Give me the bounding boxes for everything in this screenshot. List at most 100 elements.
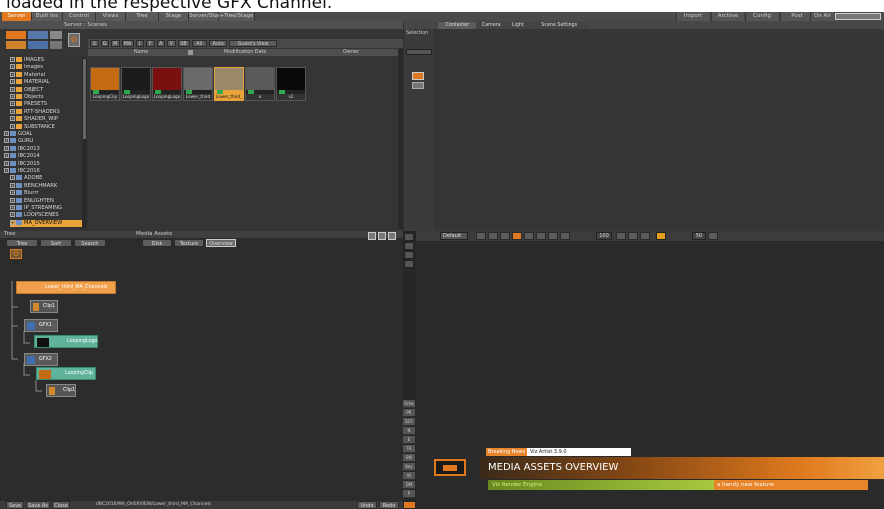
folder-item[interactable]: + RTT-SHADERS — [10, 108, 82, 116]
play-icon[interactable] — [500, 232, 510, 240]
folder-item[interactable]: + ADOBE — [10, 175, 82, 182]
tree-node-gfx2[interactable]: GFX2 — [24, 353, 58, 366]
end-icon[interactable] — [536, 232, 546, 240]
filter-tab-8[interactable]: SB — [177, 40, 190, 47]
tree-tab-0[interactable]: Tree — [6, 239, 38, 247]
expand-icon[interactable]: + — [10, 79, 15, 85]
filter-tab-7[interactable]: V — [167, 40, 176, 47]
filter-tab-0[interactable]: S — [90, 40, 99, 47]
window-controls[interactable] — [835, 13, 881, 20]
pointer-icon[interactable] — [656, 232, 666, 240]
expand-icon[interactable]: + — [10, 190, 15, 196]
folder-item[interactable]: + Objects — [10, 94, 82, 101]
expand-icon[interactable]: + — [10, 212, 15, 218]
menu-tab-0[interactable]: Server — [2, 12, 32, 21]
folder-item[interactable]: + MA_OVERVIEW — [10, 219, 82, 227]
folder-item[interactable]: + LOOPSCENES — [10, 212, 82, 219]
fonts-icon[interactable] — [28, 41, 48, 49]
zoom-field[interactable]: 50 — [692, 232, 706, 240]
tree-node-gfx1[interactable]: GFX1 — [24, 319, 58, 332]
expand-icon[interactable]: + — [4, 145, 9, 151]
side-tool-sw[interactable]: SW — [403, 454, 415, 462]
column-dropdown-icon[interactable] — [188, 50, 193, 55]
folder-item[interactable]: + SUBSTANCE — [10, 123, 82, 131]
folder-item[interactable]: + IBC2015 — [4, 160, 82, 168]
col-name[interactable]: Name — [134, 49, 148, 56]
folder-item[interactable]: + IMAGES — [10, 57, 82, 64]
status-close-button[interactable]: Close — [52, 501, 70, 509]
side-tool-icon[interactable] — [404, 242, 414, 250]
tree-scroll-thumb[interactable] — [83, 59, 86, 139]
selection-icon-b[interactable] — [412, 82, 424, 89]
folder-item[interactable]: + MATERIAL — [10, 79, 82, 86]
menu-tab-6[interactable]: Server/Stage — [189, 12, 225, 21]
expand-icon[interactable]: + — [10, 71, 15, 77]
expand-icon[interactable]: + — [4, 153, 9, 159]
side-tool-dm[interactable]: DM — [403, 481, 415, 489]
material-icon[interactable] — [50, 31, 62, 39]
tree-tab-1[interactable]: Sort — [40, 239, 72, 247]
status-save-button[interactable]: Save — [6, 501, 24, 509]
media-tab-0[interactable]: Disk — [142, 239, 172, 247]
filter-tab-10[interactable]: Auto — [209, 40, 228, 47]
gear-icon[interactable]: ⚙ — [68, 33, 80, 47]
side-tool-ta[interactable]: TA — [403, 445, 415, 453]
expand-icon[interactable]: + — [4, 131, 9, 136]
folder-item[interactable]: + Material — [10, 71, 82, 79]
scene-icon[interactable] — [6, 31, 26, 39]
status-redo-button[interactable]: Redo — [379, 501, 399, 509]
expand-icon[interactable]: + — [10, 182, 15, 188]
expand-icon[interactable]: + — [4, 138, 9, 144]
menu-tab-1[interactable]: Built Ins — [32, 12, 63, 21]
tree-node-root[interactable]: Lower_third_MA_Channels — [16, 281, 116, 294]
images-icon[interactable] — [6, 41, 26, 49]
property-tab-1[interactable]: Camera — [477, 22, 505, 29]
folder-item[interactable]: + PRESETS — [10, 101, 82, 108]
info-icon[interactable] — [388, 232, 396, 240]
folder-item[interactable]: + IBC2014 — [4, 153, 82, 160]
expand-icon[interactable]: + — [10, 116, 15, 122]
side-tool-pr[interactable]: PR — [403, 409, 415, 417]
scene-thumbnail[interactable]: LoopingLogo — [152, 67, 182, 101]
settings-view-icon[interactable] — [378, 232, 386, 240]
scene-thumbnail[interactable]: o — [245, 67, 275, 101]
side-tool-rma[interactable]: Rma — [403, 400, 415, 408]
menu-tab-3[interactable]: Views — [96, 12, 126, 21]
menu-right-0[interactable]: Import — [676, 12, 709, 21]
property-tab-3[interactable]: Scene Settings — [531, 22, 588, 29]
preset-dropdown[interactable]: Default — [440, 232, 468, 240]
folder-item[interactable]: + BENCHMARK — [10, 182, 82, 190]
expand-icon[interactable]: + — [10, 101, 15, 107]
expand-icon[interactable]: + — [10, 205, 15, 210]
expand-icon[interactable]: + — [10, 123, 15, 129]
folder-item[interactable]: + IP_STREAMING — [10, 205, 82, 212]
tree-tab-2[interactable]: Search — [74, 239, 106, 247]
tree-node-clip1[interactable]: Clip1 — [30, 300, 58, 313]
filter-tab-6[interactable]: A — [156, 40, 165, 47]
thumb-grid-scrollbar[interactable] — [398, 49, 403, 229]
side-tool-scf[interactable]: SCF — [403, 418, 415, 426]
zoom-spinner-icon[interactable] — [708, 232, 718, 240]
step-forward-icon[interactable] — [524, 232, 534, 240]
side-tool-e[interactable]: E — [403, 436, 415, 444]
expand-icon[interactable]: + — [10, 175, 15, 181]
stop-icon[interactable] — [512, 232, 522, 240]
filter-tab-3[interactable]: MA — [121, 40, 134, 47]
scene-thumbnail[interactable]: Lower_third — [183, 67, 213, 101]
status-undo-button[interactable]: Undo — [357, 501, 377, 509]
filter-tab-4[interactable]: I — [135, 40, 144, 47]
grid-view-icon[interactable] — [368, 232, 376, 240]
menu-right-4[interactable]: On Air — [810, 12, 834, 21]
menu-tab-5[interactable]: Stage — [159, 12, 189, 21]
server-icon-tiles[interactable]: ⚙ — [4, 31, 80, 53]
status-save-as-button[interactable]: Save As — [26, 501, 50, 509]
tree-node-looping-logo[interactable]: LoopingLogo — [34, 335, 98, 348]
tree-node-clip1-child[interactable]: Clip1 — [46, 384, 76, 397]
filter-tab-5[interactable]: F — [146, 40, 155, 47]
minus-icon[interactable] — [560, 232, 570, 240]
audio-icon[interactable] — [50, 41, 62, 49]
media-view-icons[interactable] — [368, 232, 398, 240]
col-modification-date[interactable]: Modification Date — [224, 49, 266, 56]
folder-item[interactable]: + OBJECT — [10, 86, 82, 94]
filter-tab-1[interactable]: G — [100, 40, 109, 47]
